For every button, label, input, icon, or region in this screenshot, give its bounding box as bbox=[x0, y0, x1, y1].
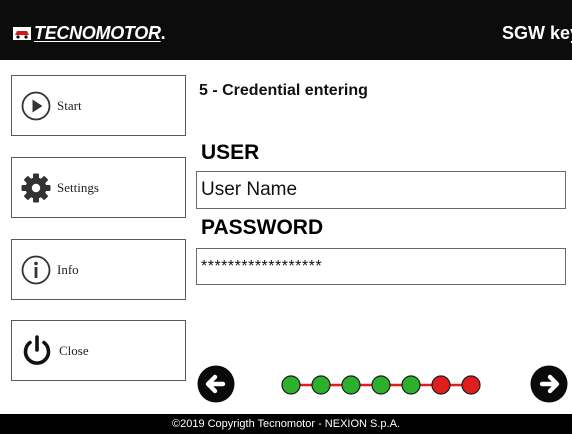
power-icon bbox=[20, 334, 54, 368]
progress-indicator bbox=[281, 375, 481, 395]
password-label: PASSWORD bbox=[201, 216, 324, 239]
info-button[interactable]: Info bbox=[11, 239, 186, 300]
car-logo-icon bbox=[13, 27, 31, 40]
app-header: TECNOMOTOR . SGW key bbox=[0, 0, 572, 60]
footer-copyright: ©2019 Copyrigth Tecnomotor - NEXION S.p.… bbox=[0, 414, 572, 434]
play-icon bbox=[20, 90, 52, 122]
settings-button[interactable]: Settings bbox=[11, 157, 186, 218]
progress-step-pending bbox=[461, 375, 481, 395]
progress-step-pending bbox=[431, 375, 451, 395]
progress-step-done bbox=[311, 375, 331, 395]
progress-step-done bbox=[401, 375, 421, 395]
gear-icon bbox=[20, 172, 52, 204]
progress-step-done bbox=[341, 375, 361, 395]
user-name-field[interactable] bbox=[196, 171, 566, 209]
progress-step-done bbox=[371, 375, 391, 395]
brand-logo: TECNOMOTOR . bbox=[12, 22, 166, 44]
next-arrow-button[interactable] bbox=[529, 364, 569, 404]
start-label: Start bbox=[57, 97, 82, 113]
close-label: Close bbox=[59, 342, 89, 358]
brand-dot: . bbox=[160, 22, 166, 43]
settings-label: Settings bbox=[57, 179, 99, 195]
brand-name: TECNOMOTOR bbox=[34, 22, 161, 43]
password-field[interactable] bbox=[196, 248, 566, 285]
start-button[interactable]: Start bbox=[11, 75, 186, 136]
info-icon bbox=[20, 254, 52, 286]
user-label: USER bbox=[201, 141, 260, 164]
progress-step-done bbox=[281, 375, 301, 395]
info-label: Info bbox=[57, 261, 79, 277]
step-title: 5 - Credential entering bbox=[199, 82, 368, 99]
close-button[interactable]: Close bbox=[11, 320, 186, 381]
page-title: SGW key bbox=[501, 23, 572, 43]
back-arrow-button[interactable] bbox=[196, 364, 236, 404]
